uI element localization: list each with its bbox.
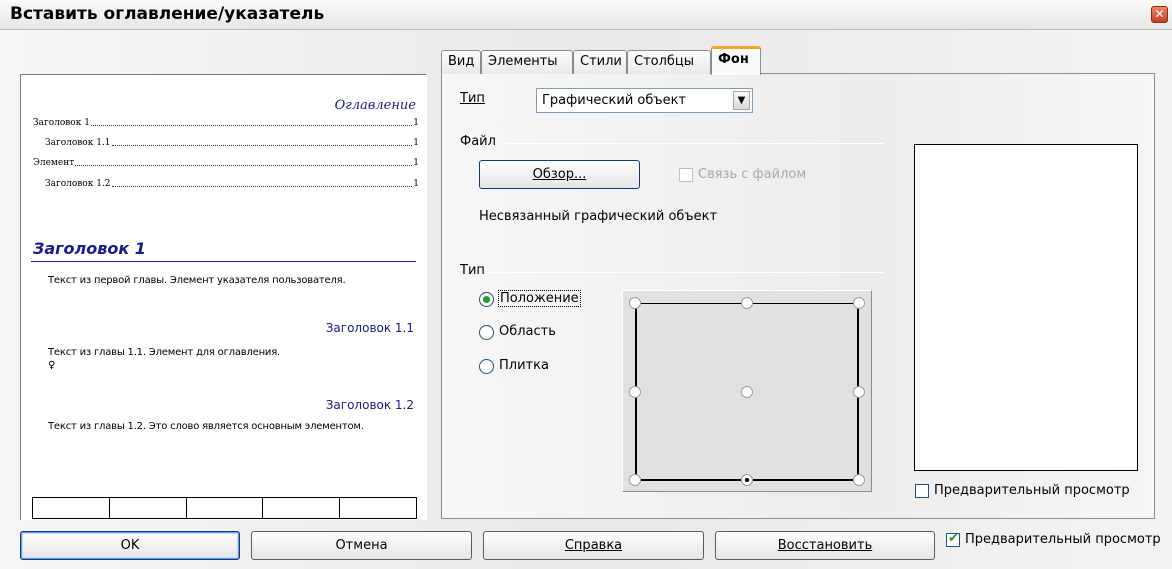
radio-tile-label: Плитка bbox=[499, 358, 549, 373]
radio-area-label: Область bbox=[499, 324, 556, 339]
tab-view[interactable]: Вид bbox=[441, 50, 481, 74]
anchor-mark: ♀ bbox=[48, 360, 56, 371]
radio-area[interactable] bbox=[479, 325, 494, 340]
chevron-down-icon[interactable]: ▼ bbox=[733, 91, 750, 110]
preview-checkbox-label: Предварительный просмотр bbox=[934, 483, 1130, 498]
background-preview bbox=[914, 144, 1138, 471]
position-bottom-right[interactable] bbox=[853, 474, 865, 486]
preview-heading-1: Заголовок 1 bbox=[33, 239, 146, 258]
toc-entry-text: Заголовок 1 bbox=[33, 118, 90, 128]
radio-position-label: Положение bbox=[498, 290, 581, 307]
tab-styles[interactable]: Стили bbox=[573, 50, 627, 74]
preview-text-1-1: Текст из главы 1.1. Элемент для оглавлен… bbox=[48, 347, 281, 358]
reset-button[interactable]: Восстановить bbox=[715, 531, 935, 560]
tab-elements[interactable]: Элементы bbox=[481, 50, 573, 74]
position-bottom-left[interactable] bbox=[629, 474, 641, 486]
heading-rule bbox=[31, 261, 416, 262]
position-bottom-center[interactable] bbox=[741, 474, 753, 486]
document-preview: Оглавление Заголовок 1 1 Заголовок 1.1 1 Э… bbox=[20, 74, 427, 520]
title-bar: Вставить оглавление/указатель ✕ bbox=[0, 0, 1172, 30]
footer-preview-label: Предварительный просмотр bbox=[965, 532, 1161, 547]
type-select-value: Графический объект bbox=[542, 93, 686, 108]
preview-text-1-2: Текст из главы 1.2. Это слово является о… bbox=[48, 421, 364, 432]
ok-button[interactable]: OK bbox=[20, 531, 240, 560]
toc-entry-text: Заголовок 1.2 bbox=[45, 179, 111, 189]
reset-button-label: Восстановить bbox=[777, 538, 873, 553]
toc-entry-page: 1 bbox=[413, 118, 419, 128]
browse-button[interactable]: Обзор... bbox=[479, 160, 640, 189]
toc-entry-text: Заголовок 1.1 bbox=[45, 138, 111, 148]
toc-entry-page: 1 bbox=[413, 138, 419, 148]
link-file-label: Связь с файлом bbox=[698, 167, 807, 182]
toc-entry: Заголовок 1 1 bbox=[33, 118, 419, 128]
file-section-label: Файл bbox=[460, 134, 496, 149]
radio-position[interactable] bbox=[479, 292, 494, 307]
preview-table bbox=[32, 497, 417, 519]
toc-entry-text: Элемент bbox=[33, 158, 75, 168]
tab-background[interactable]: Фон bbox=[711, 46, 761, 75]
preview-checkbox[interactable] bbox=[915, 484, 929, 498]
type-select[interactable]: Графический объект ▼ bbox=[536, 88, 753, 113]
browse-button-label: Обзор... bbox=[532, 167, 587, 182]
link-file-checkbox[interactable] bbox=[679, 168, 693, 182]
unlinked-graphic-text: Несвязанный графический объект bbox=[479, 209, 718, 224]
type-separator bbox=[488, 272, 884, 273]
help-button-label: Справка bbox=[564, 538, 623, 553]
position-top-left[interactable] bbox=[629, 297, 641, 309]
toc-entry: Элемент 1 bbox=[33, 158, 419, 168]
close-icon[interactable]: ✕ bbox=[1151, 6, 1168, 23]
footer-preview-checkbox[interactable]: ✔ bbox=[946, 531, 960, 547]
preview-heading-1-1: Заголовок 1.1 bbox=[325, 321, 414, 335]
position-top-center[interactable] bbox=[741, 297, 753, 309]
cancel-button[interactable]: Отмена bbox=[251, 531, 472, 560]
position-top-right[interactable] bbox=[853, 297, 865, 309]
radio-tile[interactable] bbox=[479, 359, 494, 374]
help-button[interactable]: Справка bbox=[483, 531, 704, 560]
preview-text-1: Текст из первой главы. Элемент указателя… bbox=[48, 275, 346, 286]
type-label: Тип bbox=[460, 91, 485, 106]
file-separator bbox=[501, 143, 884, 144]
position-middle-left[interactable] bbox=[629, 386, 641, 398]
position-center[interactable] bbox=[741, 386, 753, 398]
tab-columns[interactable]: Столбцы bbox=[627, 50, 711, 74]
type-section-label: Тип bbox=[460, 263, 485, 278]
preview-heading-1-2: Заголовок 1.2 bbox=[325, 398, 414, 412]
toc-entry-page: 1 bbox=[413, 158, 419, 168]
check-icon: ✔ bbox=[948, 531, 959, 546]
toc-entry: Заголовок 1.1 1 bbox=[45, 138, 419, 148]
position-selector bbox=[622, 290, 872, 492]
position-middle-right[interactable] bbox=[853, 386, 865, 398]
toc-title: Оглавление bbox=[334, 98, 416, 113]
window-title: Вставить оглавление/указатель bbox=[10, 4, 325, 24]
toc-entry-page: 1 bbox=[413, 179, 419, 189]
toc-entry: Заголовок 1.2 1 bbox=[45, 179, 419, 189]
